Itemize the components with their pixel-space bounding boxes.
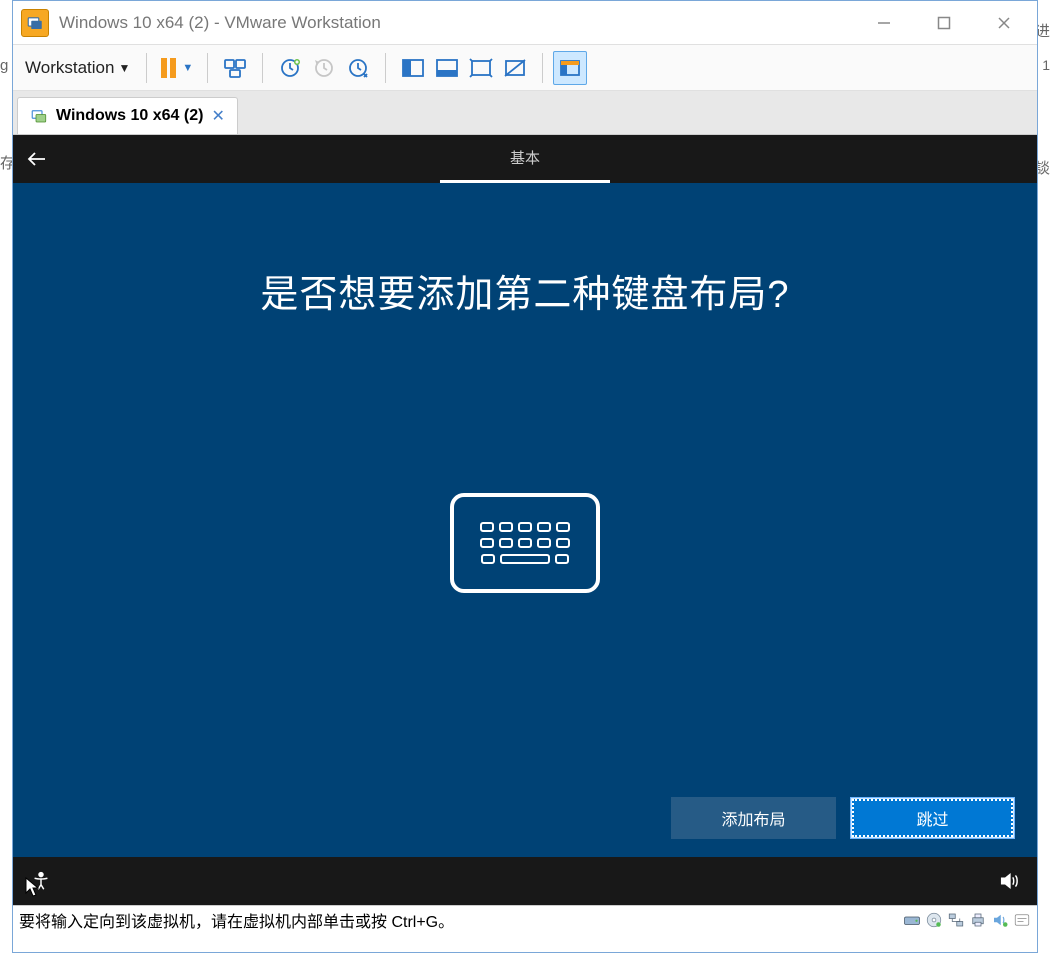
pause-vm-button[interactable]: ▼ xyxy=(157,56,197,80)
toolbar-separator xyxy=(385,53,386,83)
send-ctrl-alt-del-button[interactable] xyxy=(218,51,252,85)
printer-icon[interactable] xyxy=(969,911,987,929)
view-fullscreen-button[interactable] xyxy=(430,51,464,85)
status-bar: 要将输入定向到该虚拟机，请在虚拟机内部单击或按 Ctrl+G。 xyxy=(13,905,1037,933)
vm-tab-icon xyxy=(30,107,48,125)
vmware-app-icon xyxy=(21,9,49,37)
workstation-menu[interactable]: Workstation ▼ xyxy=(19,54,136,82)
ease-of-access-button[interactable] xyxy=(27,867,55,895)
status-hint: 要将输入定向到该虚拟机，请在虚拟机内部单击或按 Ctrl+G。 xyxy=(19,908,454,932)
pause-icon xyxy=(161,58,176,78)
volume-button[interactable] xyxy=(995,867,1023,895)
window-title: Windows 10 x64 (2) - VMware Workstation xyxy=(59,13,869,33)
minimize-button[interactable] xyxy=(869,8,899,38)
view-console-button[interactable] xyxy=(396,51,430,85)
oobe-heading: 是否想要添加第二种键盘布局? xyxy=(13,183,1037,318)
chevron-down-icon: ▼ xyxy=(118,61,130,75)
toolbar-separator xyxy=(146,53,147,83)
close-tab-button[interactable]: ✕ xyxy=(211,106,224,126)
guest-display[interactable]: 基本 是否想要添加第二种键盘布局? 添加布局 跳过 xyxy=(13,135,1037,905)
vm-tab-label: Windows 10 x64 (2) xyxy=(56,107,203,125)
vm-tab[interactable]: Windows 10 x64 (2) ✕ xyxy=(17,97,238,134)
oobe-content: 是否想要添加第二种键盘布局? 添加布局 跳过 xyxy=(13,183,1037,857)
sound-device-icon[interactable] xyxy=(991,911,1009,929)
toolbar-separator xyxy=(542,53,543,83)
add-layout-button[interactable]: 添加布局 xyxy=(671,797,836,839)
oobe-top-bar: 基本 xyxy=(13,135,1037,183)
message-log-icon[interactable] xyxy=(1013,911,1031,929)
keyboard-outline-icon xyxy=(450,493,600,593)
snapshot-manager-button[interactable] xyxy=(341,51,375,85)
main-toolbar: Workstation ▼ ▼ xyxy=(13,45,1037,91)
cd-icon[interactable] xyxy=(925,911,943,929)
oobe-tab-basic-label: 基本 xyxy=(510,147,540,168)
maximize-button[interactable] xyxy=(929,8,959,38)
harddisk-icon[interactable] xyxy=(903,911,921,929)
skip-button[interactable]: 跳过 xyxy=(850,797,1015,839)
toolbar-separator xyxy=(262,53,263,83)
skip-button-label: 跳过 xyxy=(916,806,948,830)
snapshot-revert-button[interactable] xyxy=(307,51,341,85)
add-layout-button-label: 添加布局 xyxy=(721,806,785,830)
back-button[interactable] xyxy=(13,135,61,183)
device-tray xyxy=(903,911,1031,929)
cropped-text: 1 xyxy=(1042,57,1050,73)
oobe-bottom-bar xyxy=(13,857,1037,905)
view-unity-button[interactable] xyxy=(498,51,532,85)
oobe-tab-basic[interactable]: 基本 xyxy=(440,135,610,183)
chevron-down-icon[interactable]: ▼ xyxy=(182,62,193,74)
view-stretch-button[interactable] xyxy=(464,51,498,85)
view-cycle-button[interactable] xyxy=(553,51,587,85)
workstation-menu-label: Workstation xyxy=(25,58,114,78)
title-bar: Windows 10 x64 (2) - VMware Workstation xyxy=(13,1,1037,45)
snapshot-take-button[interactable] xyxy=(273,51,307,85)
cropped-text: g xyxy=(0,57,8,74)
vm-tab-bar: Windows 10 x64 (2) ✕ xyxy=(13,91,1037,135)
toolbar-separator xyxy=(207,53,208,83)
network-icon[interactable] xyxy=(947,911,965,929)
close-button[interactable] xyxy=(989,8,1019,38)
